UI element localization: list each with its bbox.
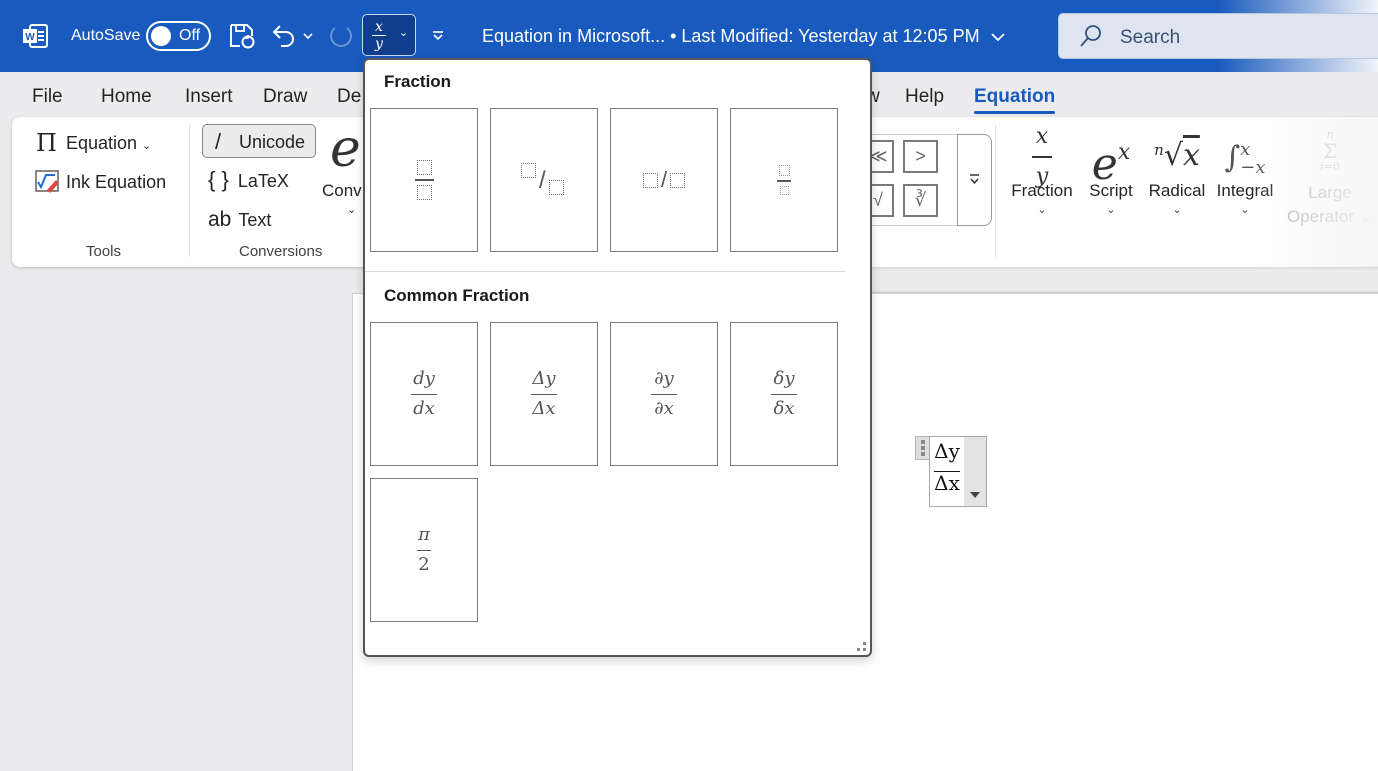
delta-y-delta-x-tile[interactable]: Δy Δx	[490, 322, 598, 466]
equation-content[interactable]: Δy Δx	[929, 436, 965, 507]
equation-numerator: Δy	[934, 439, 960, 463]
small-fraction-icon	[777, 165, 791, 195]
equation-quick-button[interactable]: x y ⌄	[362, 14, 416, 56]
stacked-fraction-tile[interactable]	[370, 108, 478, 252]
latex-label: LaTeX	[237, 171, 289, 191]
fraction-glyph: x y	[372, 20, 386, 51]
autosave-toggle[interactable]: Off	[146, 21, 211, 51]
document-title-text: Equation in Microsoft... • Last Modified…	[482, 26, 980, 46]
fraction-section-heading: Fraction	[384, 72, 452, 91]
braces-icon: { }	[208, 167, 229, 192]
ab-icon: ab	[208, 208, 232, 231]
tab-design[interactable]: De	[337, 86, 361, 108]
chevron-down-icon: ⌄	[142, 140, 152, 152]
autosave-label: AutoSave	[71, 27, 141, 44]
chevron-down-icon: ⌄	[1037, 204, 1047, 216]
chevron-down-icon	[990, 33, 1005, 42]
ink-equation-label: Ink Equation	[66, 172, 167, 192]
pi-icon: Π	[36, 129, 57, 157]
small-delta-y-delta-x-tile[interactable]: δy δx	[730, 322, 838, 466]
linear-fraction-icon: /	[642, 167, 686, 193]
pi-over-2-tile[interactable]: π2	[370, 478, 478, 622]
equation-denominator: Δx	[934, 471, 960, 495]
text-label: Text	[238, 210, 272, 230]
fraction-gallery-dropdown: Fraction / / Common Fraction dy dx Δy Δx…	[363, 58, 872, 657]
text-button[interactable]: ab Text	[208, 208, 271, 232]
save-sync-icon[interactable]	[228, 22, 256, 50]
fraction-label: Fraction	[1011, 181, 1073, 200]
customize-toolbar-icon[interactable]	[431, 29, 445, 43]
ruler-shade	[870, 267, 1378, 294]
redo-icon	[330, 27, 352, 47]
search-box[interactable]: Search	[1058, 13, 1378, 59]
word-logo-icon[interactable]: W	[22, 23, 48, 49]
undo-dropdown-icon[interactable]	[303, 32, 313, 40]
ink-equation-icon	[35, 170, 59, 193]
small-fraction-tile[interactable]	[730, 108, 838, 252]
partial-y-partial-x-fraction: ∂y ∂x	[651, 368, 677, 421]
fraction-structure-button[interactable]: xy Fraction ⌄	[1008, 125, 1076, 217]
equation-button[interactable]: Π Equation ⌄	[36, 129, 151, 157]
gallery-more-button[interactable]	[957, 134, 992, 226]
fraction-numerator: x	[375, 19, 383, 35]
fraction-icon: xy	[1008, 125, 1076, 188]
section-divider	[365, 271, 845, 272]
tab-help[interactable]: Help	[905, 86, 944, 108]
tab-insert[interactable]: Insert	[185, 86, 233, 108]
skewed-fraction-icon: /	[521, 163, 567, 197]
unicode-button[interactable]: / Unicode	[202, 124, 316, 158]
pi-over-2-fraction: π2	[417, 523, 431, 576]
small-delta-y-delta-x-fraction: δy δx	[771, 368, 797, 421]
dy-dx-tile[interactable]: dy dx	[370, 322, 478, 466]
chevron-down-icon: ⌄	[347, 204, 357, 216]
script-icon: ex	[1091, 139, 1131, 190]
search-placeholder: Search	[1120, 27, 1181, 48]
ribbon-fade	[1252, 117, 1378, 267]
unicode-label: Unicode	[239, 132, 306, 152]
resize-grip-icon[interactable]	[857, 642, 866, 651]
search-icon	[1080, 25, 1101, 47]
tab-equation[interactable]: Equation	[974, 86, 1056, 114]
common-fraction-section-heading: Common Fraction	[384, 286, 530, 305]
group-divider	[995, 125, 996, 257]
latex-button[interactable]: { } LaTeX	[208, 167, 289, 193]
slash-icon: /	[215, 129, 222, 154]
script-structure-button[interactable]: ex Script ⌄	[1082, 125, 1140, 216]
linear-fraction-tile[interactable]: /	[610, 108, 718, 252]
symbol-cbrt[interactable]: ∛	[903, 184, 938, 217]
delta-y-delta-x-fraction: Δy Δx	[531, 367, 557, 420]
skewed-fraction-tile[interactable]: /	[490, 108, 598, 252]
convert-label: Conv	[322, 181, 362, 200]
radical-label: Radical	[1148, 181, 1206, 200]
tab-draw[interactable]: Draw	[263, 86, 307, 108]
group-divider	[189, 125, 190, 257]
undo-icon[interactable]	[271, 22, 297, 48]
tools-group-label: Tools	[86, 243, 122, 260]
ink-equation-button[interactable]: Ink Equation	[35, 169, 166, 193]
partial-y-partial-x-tile[interactable]: ∂y ∂x	[610, 322, 718, 466]
convert-icon: e	[330, 119, 361, 179]
radical-structure-button[interactable]: n√x Radical ⌄	[1145, 125, 1209, 216]
equation-drag-handle[interactable]	[915, 436, 930, 460]
autosave-state: Off	[179, 27, 201, 44]
toggle-knob	[151, 26, 171, 46]
tab-file[interactable]: File	[32, 86, 63, 108]
chevron-down-icon: ⌄	[1172, 204, 1182, 216]
convert-button[interactable]: e Conv ⌄	[321, 117, 365, 227]
dy-dx-fraction: dy dx	[411, 368, 437, 421]
stacked-fraction-icon	[414, 160, 434, 200]
symbol-greater[interactable]: >	[903, 140, 938, 173]
conversions-group-label: Conversions	[239, 243, 323, 260]
expand-gallery-icon	[970, 174, 979, 185]
script-label: Script	[1089, 181, 1133, 200]
svg-text:W: W	[25, 32, 35, 43]
chevron-down-icon: ⌄	[1106, 204, 1116, 216]
fraction-denominator: y	[375, 36, 383, 52]
radical-icon: n√x	[1154, 138, 1200, 173]
equation-options-dropdown[interactable]	[964, 436, 987, 507]
document-title[interactable]: Equation in Microsoft... • Last Modified…	[482, 26, 1005, 47]
equation-label: Equation	[65, 133, 138, 153]
tab-home[interactable]: Home	[101, 86, 152, 108]
chevron-down-icon: ⌄	[399, 27, 409, 39]
